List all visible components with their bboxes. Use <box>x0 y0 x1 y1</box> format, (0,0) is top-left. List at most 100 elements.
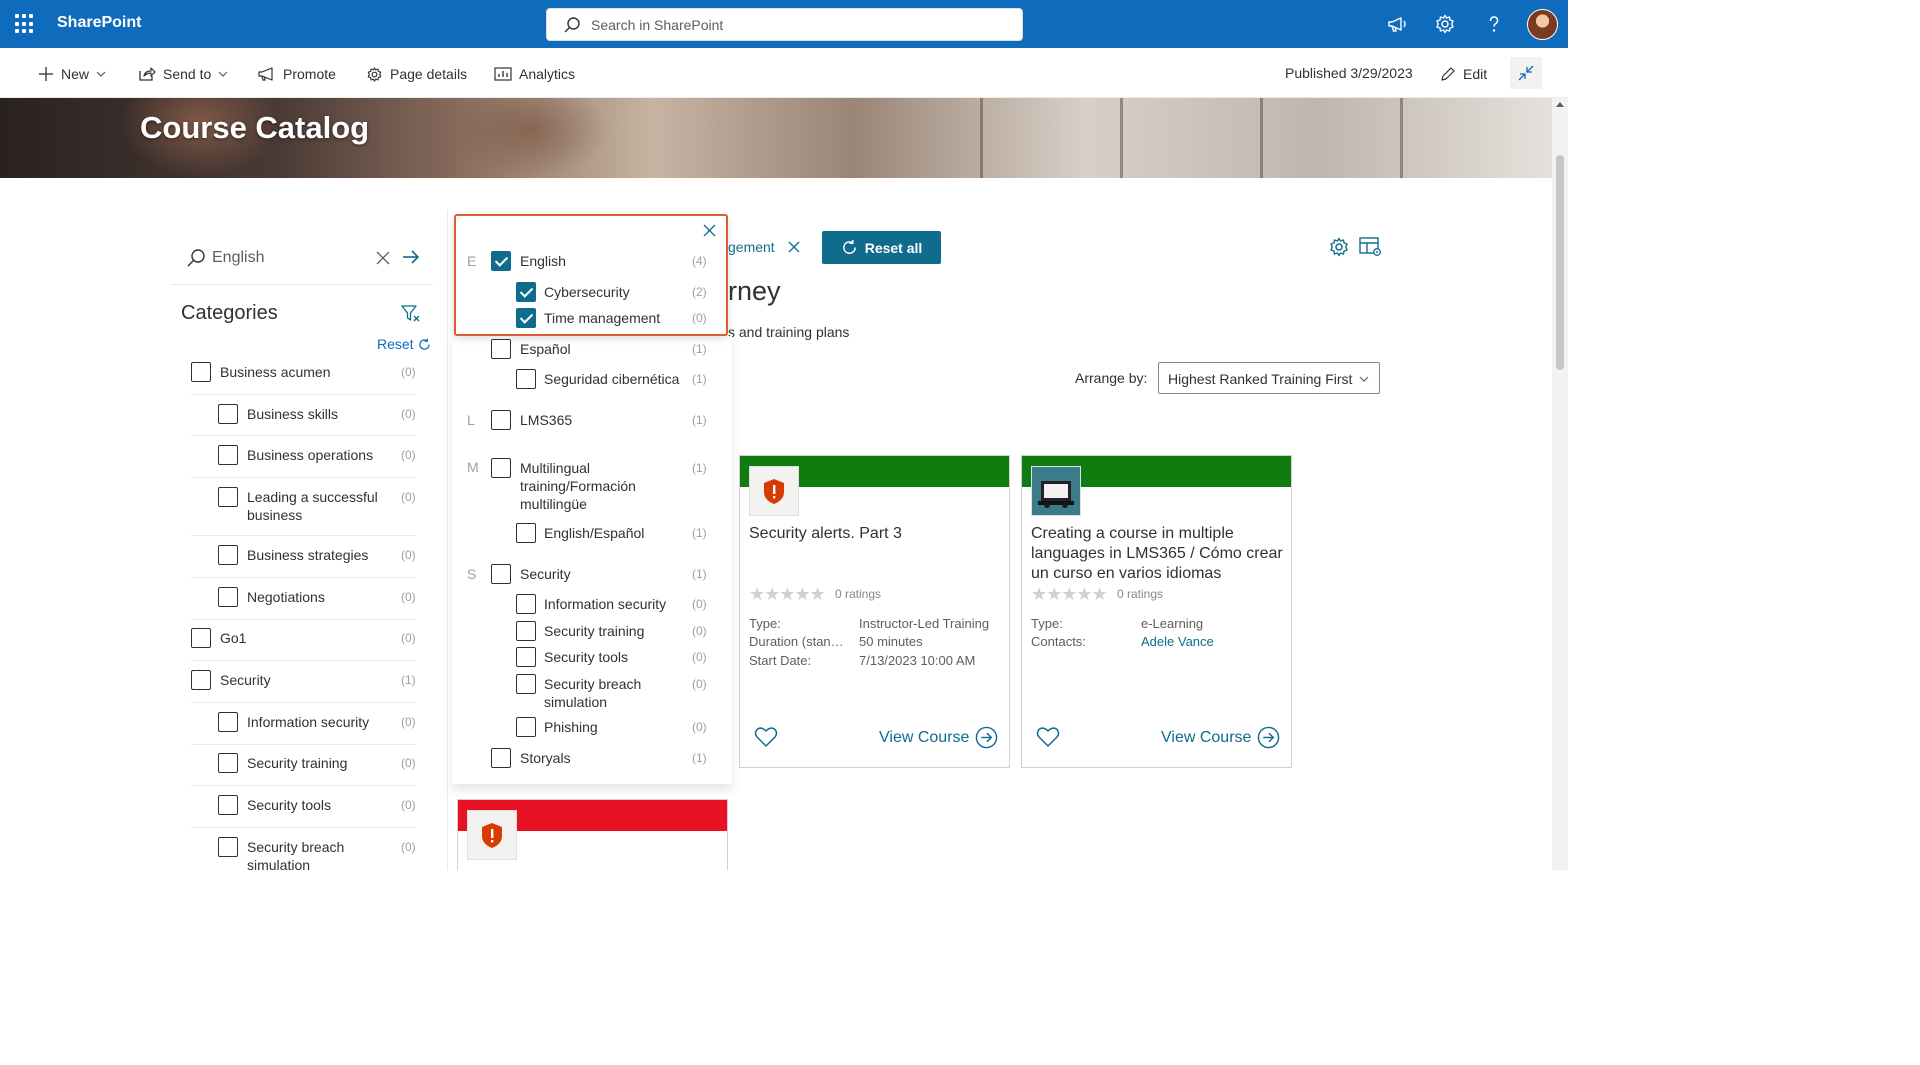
option-checkbox[interactable] <box>516 369 536 389</box>
category-checkbox[interactable] <box>218 587 238 607</box>
option-label: Security training <box>544 623 645 639</box>
favorite-heart-icon[interactable] <box>754 726 778 748</box>
option-checkbox[interactable] <box>516 308 536 328</box>
meta-value: 50 minutes <box>859 634 923 649</box>
category-checkbox[interactable] <box>191 670 211 690</box>
option-checkbox[interactable] <box>491 458 511 478</box>
category-label: Security training <box>247 755 348 771</box>
meta-value: e-Learning <box>1141 616 1204 631</box>
layout-settings-icon[interactable] <box>1359 236 1383 258</box>
app-launcher-icon[interactable] <box>15 14 35 34</box>
settings-gear-icon[interactable] <box>1434 13 1456 35</box>
category-label: Security breach simulation <box>247 839 345 873</box>
edit-label: Edit <box>1463 66 1488 82</box>
category-checkbox[interactable] <box>218 445 238 465</box>
course-thumbnail <box>749 466 799 516</box>
category-count: (0) <box>401 590 416 604</box>
option-checkbox[interactable] <box>491 564 511 584</box>
arrange-by-dropdown[interactable]: Highest Ranked Training First <box>1158 362 1380 394</box>
option-checkbox[interactable] <box>516 594 536 614</box>
page-scrollbar[interactable] <box>1552 98 1568 870</box>
category-checkbox[interactable] <box>218 712 238 732</box>
plus-icon <box>39 67 53 81</box>
arrow-right-icon[interactable] <box>402 249 420 265</box>
option-checkbox[interactable] <box>516 674 536 694</box>
filter-search-input[interactable]: English <box>212 249 264 267</box>
option-checkbox[interactable] <box>516 523 536 543</box>
course-title[interactable]: Security alerts. Part 3 <box>749 524 1001 544</box>
option-checkbox[interactable] <box>491 339 511 359</box>
clear-search-icon[interactable] <box>376 251 390 265</box>
favorite-heart-icon[interactable] <box>1036 726 1060 748</box>
index-letter: E <box>467 253 477 269</box>
megaphone-icon[interactable] <box>1386 13 1408 35</box>
course-card[interactable]: Creating a course in multiple languages … <box>1021 455 1292 768</box>
analytics-icon <box>494 67 512 81</box>
analytics-button[interactable]: Analytics <box>494 64 575 84</box>
course-card[interactable]: Security alerts. Part 3 ★★★★★ 0 ratings … <box>739 455 1010 768</box>
view-course-link[interactable]: View Course <box>1161 726 1280 749</box>
category-count: (1) <box>401 673 416 687</box>
option-checkbox[interactable] <box>516 282 536 302</box>
analytics-label: Analytics <box>519 66 576 82</box>
security-shield-icon <box>764 479 784 504</box>
close-icon[interactable] <box>703 224 716 237</box>
view-course-link[interactable]: View Course <box>879 726 998 749</box>
category-count: (0) <box>401 407 416 421</box>
category-checkbox[interactable] <box>218 753 238 773</box>
scroll-up-icon[interactable] <box>1556 102 1564 107</box>
meta-label: Contacts: <box>1031 634 1086 649</box>
category-checkbox[interactable] <box>191 628 211 648</box>
edit-button[interactable]: Edit <box>1440 64 1487 84</box>
course-title[interactable]: Creating a course in multiple languages … <box>1031 524 1283 584</box>
arrange-by-value: Highest Ranked Training First <box>1168 371 1353 387</box>
arrow-circle-right-icon <box>976 726 998 749</box>
option-checkbox[interactable] <box>491 748 511 768</box>
meta-value: Instructor-Led Training <box>859 616 990 631</box>
category-label: Leading a successful business <box>247 489 378 523</box>
option-label: Español <box>520 341 571 357</box>
option-checkbox[interactable] <box>491 410 511 430</box>
promote-label: Promote <box>283 66 336 82</box>
settings-gear-icon[interactable] <box>1328 236 1350 258</box>
option-count: (1) <box>692 413 707 427</box>
category-checkbox[interactable] <box>218 795 238 815</box>
category-checkbox[interactable] <box>218 404 238 424</box>
category-checkbox[interactable] <box>191 362 211 382</box>
option-label: LMS365 <box>520 412 573 428</box>
option-count: (0) <box>692 720 707 734</box>
rating-stars-icon[interactable]: ★★★★★ <box>1031 584 1108 605</box>
app-name[interactable]: SharePoint <box>57 14 141 32</box>
help-icon[interactable] <box>1483 13 1505 35</box>
send-to-button[interactable]: Send to <box>138 64 228 84</box>
category-checkbox[interactable] <box>218 487 238 507</box>
gear-icon <box>367 66 382 82</box>
page-details-button[interactable]: Page details <box>366 64 467 84</box>
user-avatar[interactable] <box>1527 9 1558 40</box>
collapse-button[interactable] <box>1510 57 1542 89</box>
category-checkbox[interactable] <box>218 837 238 857</box>
ratings-count: 0 ratings <box>835 587 882 601</box>
option-checkbox[interactable] <box>516 717 536 737</box>
course-card[interactable] <box>457 799 728 870</box>
rating-stars-icon[interactable]: ★★★★★ <box>749 584 826 605</box>
promote-button[interactable]: Promote <box>258 64 336 84</box>
published-status: Published 3/29/2023 <box>1285 65 1413 81</box>
active-filter-chip[interactable]: gement <box>728 239 775 255</box>
contact-link[interactable]: Adele Vance <box>1141 634 1214 649</box>
meta-label: Type: <box>749 616 781 631</box>
filter-icon[interactable] <box>400 303 420 323</box>
scrollbar-thumb[interactable] <box>1556 155 1564 370</box>
option-checkbox[interactable] <box>491 251 511 271</box>
search-box[interactable]: Search in SharePoint <box>546 8 1023 41</box>
reset-all-button[interactable]: Reset all <box>822 231 941 264</box>
category-checkbox[interactable] <box>218 545 238 565</box>
refresh-icon <box>418 337 430 350</box>
remove-filter-icon[interactable] <box>788 241 800 253</box>
option-checkbox[interactable] <box>516 621 536 641</box>
category-count: (0) <box>401 756 416 770</box>
meta-label: Start Date: <box>749 653 812 668</box>
new-button[interactable]: New <box>38 64 106 84</box>
option-checkbox[interactable] <box>516 647 536 667</box>
categories-reset-link[interactable]: Reset <box>377 336 431 352</box>
